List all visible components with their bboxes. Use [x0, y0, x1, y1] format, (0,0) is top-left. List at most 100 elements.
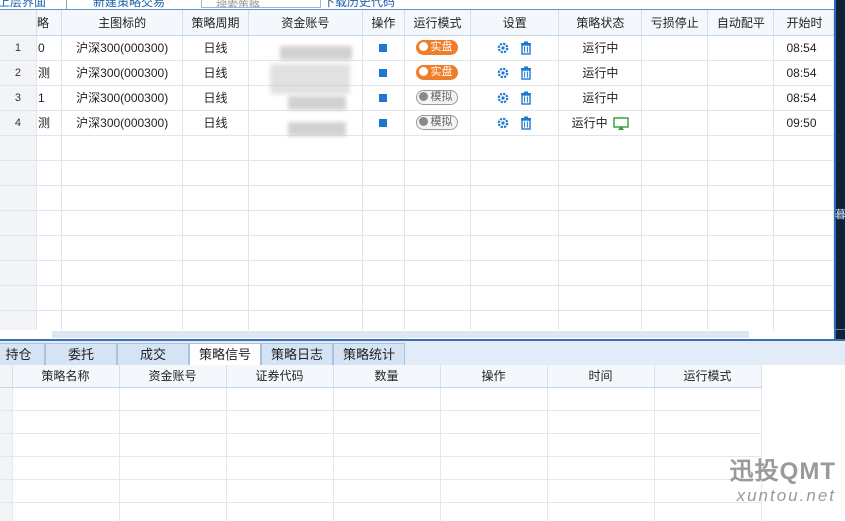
run-mode-toggle[interactable]: 模拟 — [416, 115, 459, 131]
empty-cell — [362, 235, 405, 261]
empty-cell — [226, 502, 334, 521]
trash-icon[interactable] — [519, 91, 533, 105]
toggle-knob-icon — [419, 92, 429, 102]
stop-square-icon[interactable] — [379, 69, 388, 78]
download-history-link[interactable]: 下载历史代码 — [323, 0, 395, 9]
redacted-account-blur — [270, 64, 350, 94]
tab-positions[interactable]: 持仓 — [0, 343, 45, 367]
empty-cell — [226, 479, 334, 503]
tab-orders[interactable]: 委托 — [45, 343, 117, 367]
column-header-settings[interactable]: 设置 — [470, 10, 560, 36]
loss-stop-cell[interactable] — [641, 110, 709, 136]
empty-cell — [0, 210, 37, 236]
column-header-strategy-name[interactable]: 略 — [36, 10, 63, 36]
operation-cell — [362, 110, 405, 136]
stop-square-icon[interactable] — [379, 119, 388, 128]
empty-cell — [119, 433, 227, 457]
strategy-search-input[interactable]: 搜索策略 — [201, 0, 321, 8]
scrollbar-thumb[interactable] — [52, 331, 749, 338]
gear-icon[interactable] — [496, 66, 510, 80]
column-header-operation[interactable]: 操作 — [440, 365, 548, 388]
empty-cell — [12, 502, 120, 521]
tab-strategy-stats[interactable]: 策略统计 — [333, 343, 405, 367]
loss-stop-cell[interactable] — [641, 85, 709, 111]
empty-cell — [12, 433, 120, 457]
stop-square-icon[interactable] — [379, 94, 388, 103]
empty-cell — [547, 433, 655, 457]
row-number: 1 — [0, 35, 37, 61]
empty-cell — [547, 410, 655, 434]
empty-cell — [182, 210, 250, 236]
trash-icon[interactable] — [519, 41, 533, 55]
empty-cell — [641, 185, 709, 211]
column-header-run-mode[interactable]: 运行模式 — [654, 365, 762, 388]
empty-cell — [558, 135, 643, 161]
column-header-account[interactable]: 资金账号 — [248, 10, 363, 36]
main-symbol: 沪深300(000300) — [61, 110, 183, 136]
loss-stop-cell[interactable] — [641, 35, 709, 61]
monitor-icon[interactable] — [613, 117, 629, 131]
auto-balance-cell[interactable] — [707, 35, 775, 61]
column-header-status[interactable]: 策略状态 — [558, 10, 643, 36]
empty-cell — [641, 235, 709, 261]
column-header-operation[interactable]: 操作 — [362, 10, 405, 36]
table-row[interactable]: 2 测 沪深300(000300) 日线 实盘 运行中 08:54 — [0, 60, 834, 86]
column-header-strategy-name[interactable]: 策略名称 — [12, 365, 120, 388]
empty-cell — [0, 502, 13, 521]
column-header-main-symbol[interactable]: 主图标的 — [61, 10, 183, 36]
empty-cell — [707, 185, 775, 211]
gear-icon[interactable] — [496, 41, 510, 55]
empty-cell — [61, 260, 183, 286]
empty-cell — [12, 479, 120, 503]
empty-cell — [248, 135, 363, 161]
column-header-start-time[interactable]: 开始时 — [773, 10, 834, 36]
parent-view-link[interactable]: 上层界面 — [0, 0, 46, 9]
empty-row — [0, 387, 762, 411]
empty-cell — [362, 135, 405, 161]
toggle-knob-icon — [419, 67, 429, 77]
empty-cell — [248, 235, 363, 261]
gear-icon[interactable] — [496, 116, 510, 130]
empty-cell — [36, 185, 63, 211]
empty-cell — [182, 260, 250, 286]
new-strategy-link[interactable]: 新建策略交易 — [93, 0, 165, 9]
empty-cell — [226, 387, 334, 411]
stop-square-icon[interactable] — [379, 44, 388, 53]
empty-cell — [333, 433, 441, 457]
horizontal-scrollbar[interactable] — [0, 330, 834, 339]
column-header-time[interactable]: 时间 — [547, 365, 655, 388]
column-header-account[interactable]: 资金账号 — [119, 365, 227, 388]
column-header-loss-stop[interactable]: 亏损停止 — [641, 10, 709, 36]
start-time: 08:54 — [773, 60, 834, 86]
empty-cell — [641, 260, 709, 286]
run-mode-toggle[interactable]: 实盘 — [416, 40, 459, 56]
start-time: 08:54 — [773, 35, 834, 61]
run-mode-toggle[interactable]: 模拟 — [416, 90, 459, 106]
empty-cell — [61, 185, 183, 211]
column-header-security-code[interactable]: 证券代码 — [226, 365, 334, 388]
trash-icon[interactable] — [519, 116, 533, 130]
run-mode-toggle[interactable]: 实盘 — [416, 65, 459, 81]
empty-cell — [654, 387, 762, 411]
table-row[interactable]: 3 1 沪深300(000300) 日线 模拟 运行中 08:54 — [0, 85, 834, 111]
table-row[interactable]: 1 0 沪深300(000300) 日线 实盘 运行中 08:54 — [0, 35, 834, 61]
empty-cell — [0, 456, 13, 480]
column-header-run-mode[interactable]: 运行模式 — [404, 10, 472, 36]
tab-strategy-log[interactable]: 策略日志 — [261, 343, 333, 367]
auto-balance-cell[interactable] — [707, 60, 775, 86]
column-header-quantity[interactable]: 数量 — [333, 365, 441, 388]
tab-trades[interactable]: 成交 — [117, 343, 189, 367]
empty-cell — [182, 185, 250, 211]
period: 日线 — [182, 85, 250, 111]
column-header-period[interactable]: 策略周期 — [182, 10, 250, 36]
empty-cell — [248, 210, 363, 236]
gear-icon[interactable] — [496, 91, 510, 105]
auto-balance-cell[interactable] — [707, 110, 775, 136]
empty-cell — [182, 235, 250, 261]
auto-balance-cell[interactable] — [707, 85, 775, 111]
loss-stop-cell[interactable] — [641, 60, 709, 86]
table-row[interactable]: 4 测 沪深300(000300) 日线 模拟 运行中 09:50 — [0, 110, 834, 136]
trash-icon[interactable] — [519, 66, 533, 80]
empty-cell — [333, 410, 441, 434]
column-header-auto-balance[interactable]: 自动配平 — [707, 10, 775, 36]
